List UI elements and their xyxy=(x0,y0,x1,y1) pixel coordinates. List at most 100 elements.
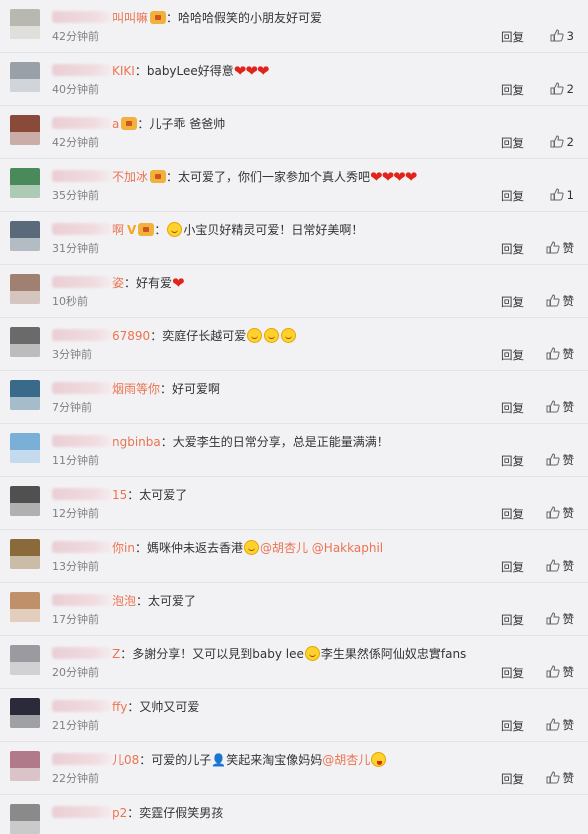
username[interactable]: 15 xyxy=(112,488,127,502)
avatar[interactable] xyxy=(10,698,40,728)
username[interactable]: 儿08 xyxy=(112,753,139,767)
reply-button[interactable]: 回复 xyxy=(501,507,524,521)
username[interactable]: 姿 xyxy=(112,276,124,290)
like-count: 1 xyxy=(566,188,574,202)
username[interactable]: 67890 xyxy=(112,329,150,343)
username[interactable]: 泡泡 xyxy=(112,594,136,608)
comment-row: 不加冰 ：太可爱了，你们一家参加个真人秀吧❤❤❤❤ 35分钟前 回复 1 xyxy=(0,159,588,212)
avatar[interactable] xyxy=(10,433,40,463)
thumbs-up-icon xyxy=(546,294,563,308)
reply-button[interactable]: 回复 xyxy=(501,242,524,256)
comment-row: ngbinba：大爱李生的日常分享，总是正能量满满！ 11分钟前 回复 赞 xyxy=(0,424,588,477)
like-button[interactable]: 赞 xyxy=(546,506,574,520)
username-redacted xyxy=(52,541,112,553)
avatar[interactable] xyxy=(10,592,40,622)
comment-row: 姿：好有爱❤ 10秒前 回复 赞 xyxy=(0,265,588,318)
avatar[interactable] xyxy=(10,539,40,569)
comment-text: 太可爱了，你们一家参加个真人秀吧 xyxy=(178,170,371,184)
avatar[interactable] xyxy=(10,62,40,92)
comment-line: 姿：好有爱❤ xyxy=(52,274,185,292)
username[interactable]: a xyxy=(112,117,119,131)
reply-button[interactable]: 回复 xyxy=(501,560,524,574)
avatar[interactable] xyxy=(10,274,40,304)
avatar[interactable] xyxy=(10,221,40,251)
mention-link[interactable]: @胡杏儿 @Hakkaphil xyxy=(260,541,383,555)
avatar[interactable] xyxy=(10,327,40,357)
avatar[interactable] xyxy=(10,486,40,516)
like-button[interactable]: 1 xyxy=(550,188,574,202)
reply-button[interactable]: 回复 xyxy=(501,348,524,362)
username[interactable]: ngbinba xyxy=(112,435,161,449)
timestamp: 42分钟前 xyxy=(52,136,99,149)
like-button[interactable]: 赞 xyxy=(546,453,575,467)
username[interactable]: Z xyxy=(112,647,120,661)
member-badge-icon xyxy=(138,223,155,236)
verified-v-icon: V xyxy=(127,223,137,237)
username[interactable]: KIKI xyxy=(112,64,135,78)
comment-row: 泡泡：太可爱了 17分钟前 回复 赞 xyxy=(0,583,588,636)
username[interactable]: 啊 xyxy=(112,223,124,237)
comment-text: 儿子乖 爸爸帅 xyxy=(149,117,226,131)
comment-text: 可爱的儿子👤笑起来淘宝像妈妈 xyxy=(151,753,323,767)
colon-separator: ： xyxy=(134,541,147,555)
avatar[interactable] xyxy=(10,380,40,410)
like-button[interactable]: 赞 xyxy=(546,559,574,573)
username[interactable]: 不加冰 xyxy=(112,170,148,184)
like-button[interactable]: 2 xyxy=(550,135,574,149)
reply-button[interactable]: 回复 xyxy=(501,30,524,44)
timestamp: 31分钟前 xyxy=(52,242,99,255)
reply-button[interactable]: 回复 xyxy=(501,613,524,627)
like-button[interactable]: 赞 xyxy=(546,665,574,679)
colon-separator: ： xyxy=(160,382,173,396)
reply-button[interactable]: 回复 xyxy=(501,772,524,786)
username[interactable]: ffy xyxy=(112,700,127,714)
like-count: 2 xyxy=(566,135,574,149)
comment-list: 叫叫嘛 ：哈哈哈假笑的小朋友好可爱 42分钟前 回复 3 KIKI：babyLee好得意❤… xyxy=(0,0,588,834)
username-redacted xyxy=(52,488,112,500)
avatar[interactable] xyxy=(10,804,40,834)
reply-button[interactable]: 回复 xyxy=(501,189,524,203)
avatar[interactable] xyxy=(10,645,40,675)
colon-separator: ： xyxy=(120,647,133,661)
reply-button[interactable]: 回复 xyxy=(501,401,524,415)
like-button[interactable]: 赞 xyxy=(546,612,574,626)
like-button[interactable]: 3 xyxy=(550,29,574,43)
like-button[interactable]: 赞 xyxy=(546,771,574,785)
colon-separator: ： xyxy=(127,700,140,714)
thumbs-up-icon xyxy=(546,453,563,467)
username[interactable]: 烟雨等你 xyxy=(112,382,160,396)
timestamp: 11分钟前 xyxy=(52,454,99,467)
reply-button[interactable]: 回复 xyxy=(501,83,524,97)
comment-text: 奕霆仔假笑男孩 xyxy=(139,806,224,820)
timestamp: 20分钟前 xyxy=(52,666,99,679)
timestamp: 17分钟前 xyxy=(52,613,99,626)
reply-button[interactable]: 回复 xyxy=(501,295,524,309)
avatar[interactable] xyxy=(10,9,40,39)
like-button[interactable]: 赞 xyxy=(546,347,574,361)
comment-row: 15：太可爱了 12分钟前 回复 赞 xyxy=(0,477,588,530)
reply-button[interactable]: 回复 xyxy=(501,454,524,468)
username[interactable]: 叫叫嘛 xyxy=(112,11,148,25)
reply-button[interactable]: 回复 xyxy=(501,666,524,680)
mention-link[interactable]: @胡杏儿 xyxy=(322,753,370,767)
avatar[interactable] xyxy=(10,168,40,198)
avatar[interactable] xyxy=(10,751,40,781)
username[interactable]: 你in xyxy=(112,541,135,555)
timestamp: 40分钟前 xyxy=(52,83,99,96)
like-button[interactable]: 赞 xyxy=(546,400,574,414)
reply-button[interactable]: 回复 xyxy=(501,719,524,733)
colon-separator: ： xyxy=(136,594,149,608)
username-redacted xyxy=(52,329,112,341)
like-button[interactable]: 赞 xyxy=(546,718,574,732)
smile-emoji-icon xyxy=(243,540,259,555)
thumbs-up-icon xyxy=(550,188,567,202)
like-count: 赞 xyxy=(562,453,575,467)
reply-button[interactable]: 回复 xyxy=(501,136,524,150)
username[interactable]: p2 xyxy=(112,806,127,820)
avatar[interactable] xyxy=(10,115,40,145)
comment-text: 多謝分享！又可以見到baby lee xyxy=(132,647,304,661)
like-button[interactable]: 2 xyxy=(550,82,574,96)
like-button[interactable]: 赞 xyxy=(546,241,574,255)
colon-separator: ： xyxy=(154,223,167,237)
like-button[interactable]: 赞 xyxy=(546,294,574,308)
